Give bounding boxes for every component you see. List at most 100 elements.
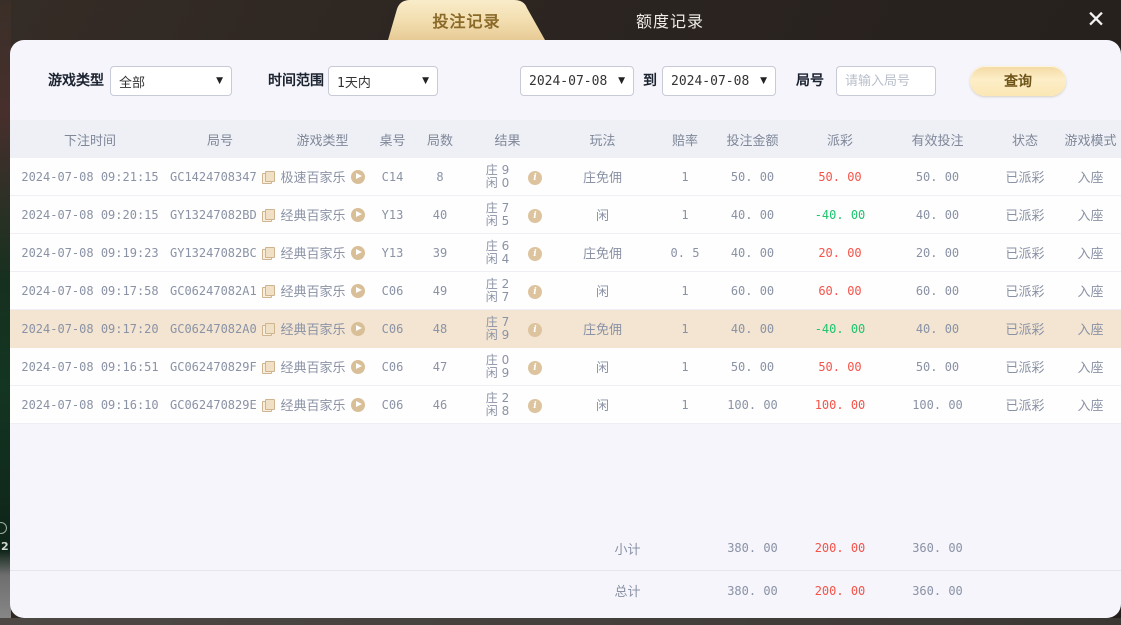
status-badge: 已派彩 bbox=[1005, 285, 1045, 300]
game-type-cell: 极速百家乐 bbox=[270, 167, 375, 186]
valid-bet: 40. 00 bbox=[915, 321, 960, 336]
payout: 50. 00 bbox=[818, 169, 862, 184]
info-icon[interactable]: i bbox=[528, 360, 542, 375]
game-type: 经典百家乐 bbox=[280, 361, 346, 376]
odds: 1 bbox=[681, 359, 689, 374]
bet-time: 2024-07-08 09:16:51 bbox=[21, 359, 159, 374]
game-type-cell: 经典百家乐 bbox=[270, 281, 375, 300]
date-to-label: 到 bbox=[643, 73, 657, 89]
info-icon[interactable]: i bbox=[528, 284, 542, 299]
payout: -40. 00 bbox=[814, 321, 866, 336]
result-banker: 庄 0 bbox=[485, 352, 510, 367]
header-round-number: 局号 bbox=[206, 133, 233, 149]
copy-icon[interactable] bbox=[261, 208, 276, 222]
result-info-cell: i bbox=[525, 207, 545, 223]
time-range-select[interactable]: 1天内 ▼ bbox=[328, 66, 438, 96]
copy-icon[interactable] bbox=[261, 246, 276, 260]
play-type: 庄免佣 bbox=[582, 171, 622, 186]
info-icon[interactable]: i bbox=[528, 246, 542, 261]
game-type-cell: 经典百家乐 bbox=[270, 319, 375, 338]
bet-time: 2024-07-08 09:16:10 bbox=[21, 397, 159, 412]
result-info-cell: i bbox=[525, 321, 545, 337]
odds: 1 bbox=[681, 169, 689, 184]
copy-icon[interactable] bbox=[261, 170, 276, 184]
round-count: 40 bbox=[432, 207, 448, 222]
close-icon[interactable]: ✕ bbox=[1078, 4, 1114, 36]
table-row: 2024-07-08 09:19:23 GY13247082BC 经典百家乐 Y… bbox=[10, 234, 1121, 272]
status-badge: 已派彩 bbox=[1005, 361, 1045, 376]
round-count: 49 bbox=[432, 283, 448, 298]
table-number: Y13 bbox=[381, 207, 404, 222]
info-icon[interactable]: i bbox=[528, 398, 542, 413]
result-player: 闲 7 bbox=[485, 289, 510, 304]
filter-bar: 游戏类型 全部 ▼ 时间范围 1天内 ▼ 2024-07-08 ▼ 到 2024… bbox=[10, 66, 1121, 96]
chevron-down-icon: ▼ bbox=[760, 76, 767, 86]
status-badge: 已派彩 bbox=[1005, 247, 1045, 262]
game-type: 经典百家乐 bbox=[280, 247, 346, 262]
background-bottom-strip bbox=[0, 618, 1121, 625]
result-info-cell: i bbox=[525, 283, 545, 299]
play-video-icon[interactable] bbox=[350, 283, 365, 298]
tab-bet-records[interactable]: 投注记录 bbox=[388, 0, 545, 40]
result-banker: 庄 2 bbox=[485, 390, 510, 405]
payout: 100. 00 bbox=[814, 397, 866, 412]
game-type-cell: 经典百家乐 bbox=[270, 395, 375, 414]
round-number-cell: GC062470829E bbox=[170, 398, 276, 412]
info-icon[interactable]: i bbox=[528, 170, 542, 185]
result-info-cell: i bbox=[525, 397, 545, 413]
round-count: 47 bbox=[432, 359, 448, 374]
query-button[interactable]: 查询 bbox=[970, 66, 1066, 96]
bet-amount: 40. 00 bbox=[730, 245, 775, 260]
result-player: 闲 5 bbox=[485, 213, 510, 228]
game-type: 经典百家乐 bbox=[280, 285, 346, 300]
date-from-select[interactable]: 2024-07-08 ▼ bbox=[520, 66, 634, 96]
result-banker: 庄 2 bbox=[485, 276, 510, 291]
copy-icon[interactable] bbox=[261, 322, 276, 336]
payout: -40. 00 bbox=[814, 207, 866, 222]
play-video-icon[interactable] bbox=[350, 321, 365, 336]
copy-icon[interactable] bbox=[261, 360, 276, 374]
game-mode: 入座 bbox=[1077, 209, 1104, 224]
play-video-icon[interactable] bbox=[350, 359, 365, 374]
table-row: 2024-07-08 09:16:10 GC062470829E 经典百家乐 C… bbox=[10, 386, 1121, 424]
date-to-select[interactable]: 2024-07-08 ▼ bbox=[662, 66, 776, 96]
play-video-icon[interactable] bbox=[350, 207, 365, 222]
round-number-field bbox=[836, 66, 936, 96]
header-play-type: 玩法 bbox=[589, 133, 616, 149]
status-badge: 已派彩 bbox=[1005, 399, 1045, 414]
round-number-input[interactable] bbox=[845, 73, 927, 89]
chevron-down-icon: ▼ bbox=[216, 76, 223, 86]
play-type: 闲 bbox=[595, 399, 609, 414]
result-cell: 庄 6 闲 4 bbox=[470, 238, 525, 266]
game-type-select[interactable]: 全部 ▼ bbox=[110, 66, 232, 96]
game-type: 经典百家乐 bbox=[280, 399, 346, 414]
background-peek-circle bbox=[0, 522, 7, 534]
info-icon[interactable]: i bbox=[528, 208, 542, 223]
chevron-down-icon: ▼ bbox=[618, 76, 625, 86]
copy-icon[interactable] bbox=[261, 398, 276, 412]
game-mode: 入座 bbox=[1077, 247, 1104, 262]
betting-records-screen: 2 投注记录 额度记录 ✕ 游戏类型 全部 ▼ 时间范围 1天内 ▼ 2024-… bbox=[0, 0, 1121, 625]
game-type-cell: 经典百家乐 bbox=[270, 205, 375, 224]
valid-bet: 40. 00 bbox=[915, 207, 960, 222]
info-icon[interactable]: i bbox=[528, 322, 542, 337]
result-cell: 庄 7 闲 9 bbox=[470, 315, 525, 342]
game-mode: 入座 bbox=[1077, 171, 1104, 186]
header-bet-amount: 投注金额 bbox=[726, 133, 779, 149]
play-video-icon[interactable] bbox=[350, 169, 365, 184]
subtotal-payout: 200. 00 bbox=[814, 541, 866, 555]
copy-icon[interactable] bbox=[261, 284, 276, 298]
result-banker: 庄 6 bbox=[485, 238, 510, 253]
total-row: 总计 380. 00 200. 00 360. 00 bbox=[10, 570, 1121, 610]
round-number: GC1424708347 bbox=[170, 169, 257, 184]
result-banker: 庄 9 bbox=[485, 162, 510, 177]
play-video-icon[interactable] bbox=[350, 245, 365, 260]
result-player: 闲 9 bbox=[485, 327, 510, 342]
play-video-icon[interactable] bbox=[350, 397, 365, 412]
round-number-cell: GY13247082BD bbox=[170, 208, 276, 222]
tab-quota-records[interactable]: 额度记录 bbox=[560, 0, 780, 40]
result-player: 闲 0 bbox=[485, 175, 510, 190]
game-type-cell: 经典百家乐 bbox=[270, 243, 375, 262]
result-info-cell: i bbox=[525, 169, 545, 185]
game-mode: 入座 bbox=[1077, 399, 1104, 414]
